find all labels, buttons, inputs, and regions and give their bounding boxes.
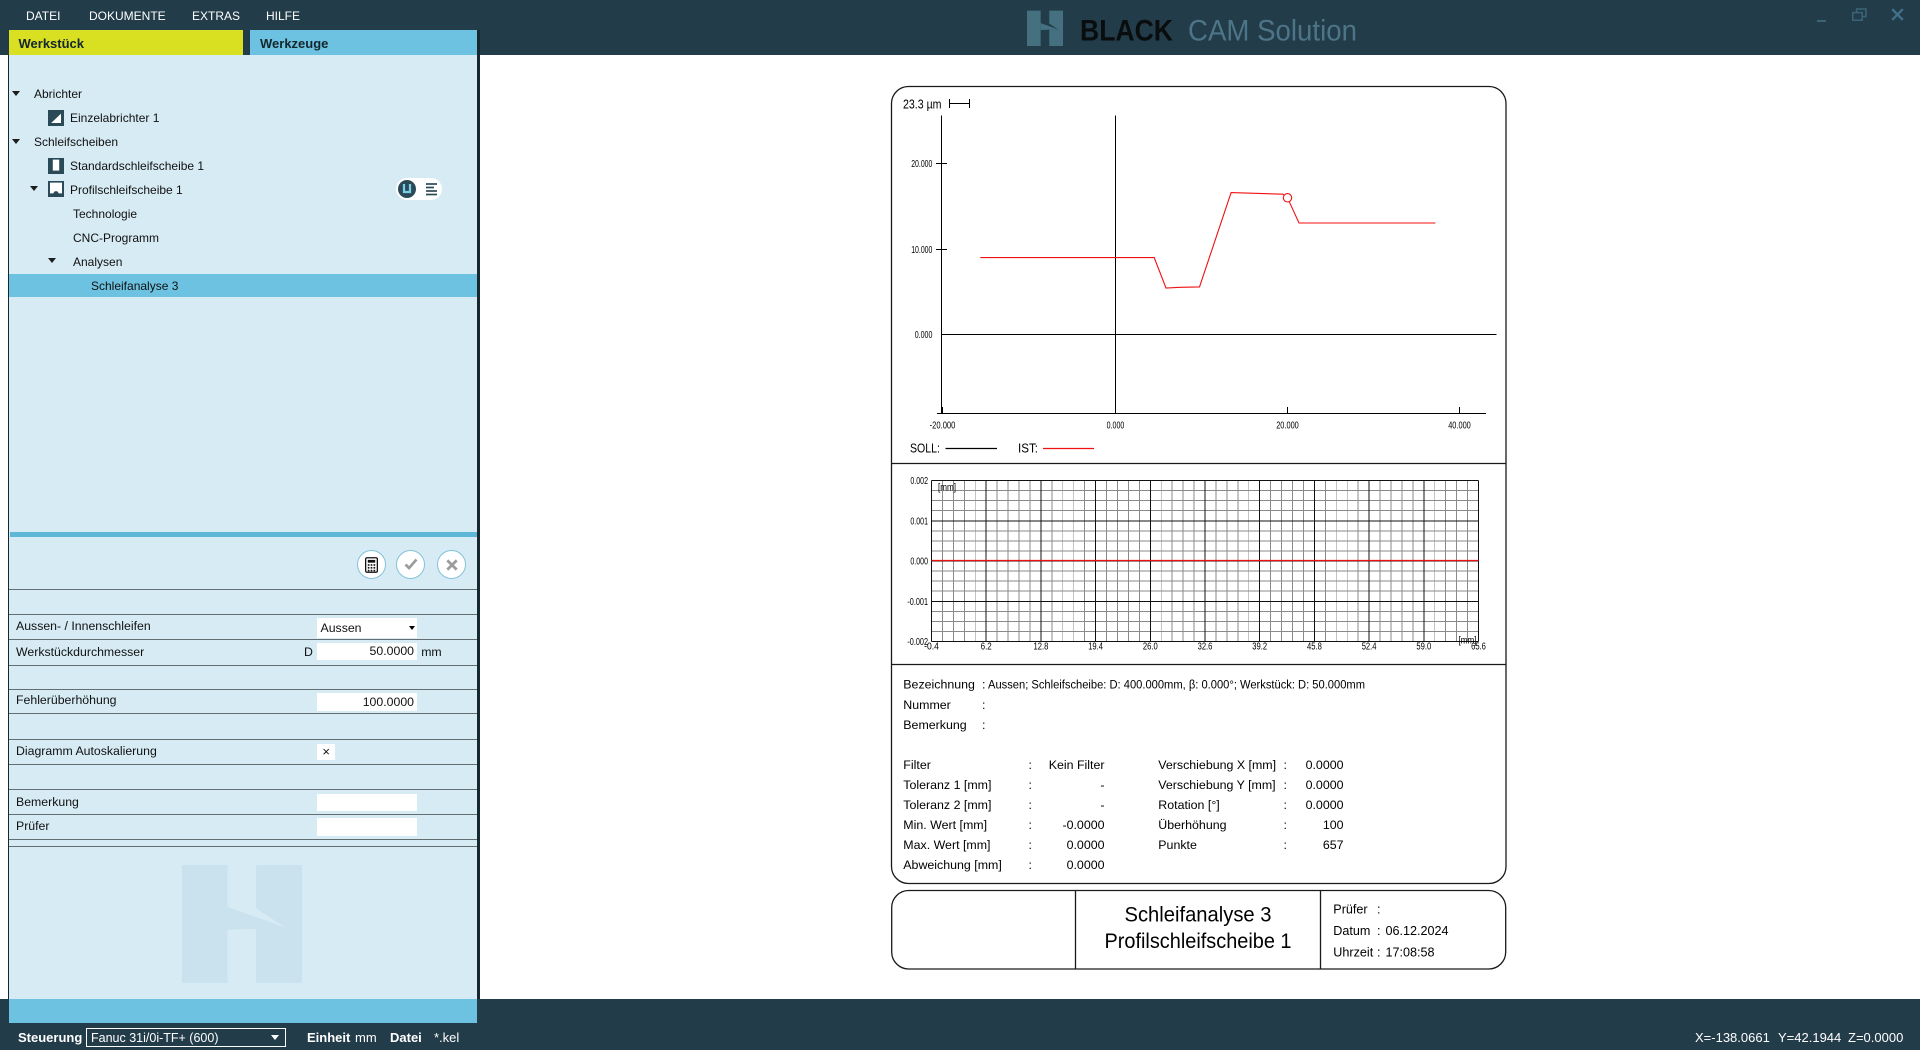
svg-text:-0.4: -0.4 [924,642,939,653]
svg-text:23.3 µm: 23.3 µm [903,98,942,112]
svg-text:Abweichung [mm]: Abweichung [mm] [903,858,1001,872]
svg-text:Uhrzeit: Uhrzeit [1333,946,1373,960]
svg-text:-0.0000: -0.0000 [1062,818,1104,832]
svg-text::: : [1029,758,1032,772]
svg-text::: : [1377,903,1381,917]
svg-text:[mm]: [mm] [938,483,956,494]
svg-text:0.000: 0.000 [1107,420,1125,432]
svg-text:-: - [1100,798,1104,812]
svg-text::: : [1377,946,1381,960]
svg-text:0.0000: 0.0000 [1306,798,1344,812]
svg-text::: : [1029,778,1032,792]
svg-text:40.000: 40.000 [1448,420,1471,432]
svg-text:0.000: 0.000 [910,557,928,568]
svg-text:0.002: 0.002 [910,476,928,487]
svg-text:Verschiebung Y [mm]: Verschiebung Y [mm] [1158,778,1275,792]
svg-text:BLACK: BLACK [1080,15,1173,48]
svg-text:SOLL:: SOLL: [910,442,940,456]
svg-text:-20.000: -20.000 [930,420,956,432]
svg-text:0.0000: 0.0000 [1306,758,1344,772]
svg-text:Bemerkung: Bemerkung [903,718,966,732]
svg-text:26.0: 26.0 [1143,642,1158,653]
svg-text:20.000: 20.000 [1276,420,1299,432]
svg-text:19.4: 19.4 [1088,642,1103,653]
svg-text:Verschiebung X [mm]: Verschiebung X [mm] [1158,758,1276,772]
svg-text:17:08:58: 17:08:58 [1386,946,1435,960]
svg-text:52.4: 52.4 [1362,642,1377,653]
svg-text:10.000: 10.000 [911,244,932,256]
svg-text:Prüfer: Prüfer [1333,903,1367,917]
svg-text:0.0000: 0.0000 [1067,858,1105,872]
svg-text:Toleranz 1 [mm]: Toleranz 1 [mm] [903,778,991,792]
svg-text:0.0000: 0.0000 [1067,838,1105,852]
svg-text:Toleranz 2 [mm]: Toleranz 2 [mm] [903,798,991,812]
svg-text:Aussen; Schleifscheibe: D: 400: Aussen; Schleifscheibe: D: 400.000mm, β:… [988,678,1365,692]
svg-text:32.6: 32.6 [1198,642,1213,653]
svg-text::: : [982,718,985,732]
svg-text:Max. Wert [mm]: Max. Wert [mm] [903,838,990,852]
svg-text:Überhöhung: Überhöhung [1158,818,1226,832]
svg-text:-: - [1100,778,1104,792]
svg-text:6.2: 6.2 [981,642,992,653]
svg-text:45.8: 45.8 [1307,642,1322,653]
svg-text::: : [1029,798,1032,812]
svg-text::: : [1029,818,1032,832]
svg-text::: : [1284,758,1287,772]
svg-text:Profilschleifscheibe 1: Profilschleifscheibe 1 [1105,930,1292,953]
svg-text:Nummer: Nummer [903,698,951,712]
svg-text::: : [1284,778,1287,792]
svg-text:IST:: IST: [1018,442,1038,456]
svg-text:CAM Solution: CAM Solution [1188,15,1357,48]
svg-text:Punkte: Punkte [1158,838,1197,852]
svg-text:657: 657 [1323,838,1344,852]
svg-text:12.8: 12.8 [1034,642,1049,653]
svg-text:0.001: 0.001 [910,516,928,527]
svg-text:Datum: Datum [1333,924,1370,938]
svg-text::: : [1284,798,1287,812]
svg-text:-0.001: -0.001 [907,597,928,608]
svg-text::: : [1284,838,1287,852]
svg-text:0.0000: 0.0000 [1306,778,1344,792]
svg-text:100: 100 [1323,818,1344,832]
svg-text:Min. Wert [mm]: Min. Wert [mm] [903,818,987,832]
svg-text:Bezeichnung: Bezeichnung [903,678,975,692]
svg-text:Filter: Filter [903,758,931,772]
svg-text::: : [1284,818,1287,832]
svg-text::: : [1029,858,1032,872]
svg-text:06.12.2024: 06.12.2024 [1386,924,1449,938]
svg-text:59.0: 59.0 [1416,642,1431,653]
svg-text:0.000: 0.000 [915,329,933,341]
svg-text::: : [982,678,985,692]
svg-text:[mm]: [mm] [1459,636,1477,647]
svg-text:Kein Filter: Kein Filter [1049,758,1105,772]
svg-text::: : [1029,838,1032,852]
svg-text::: : [1377,924,1381,938]
svg-text:39.2: 39.2 [1252,642,1267,653]
svg-text:20.000: 20.000 [911,158,932,170]
svg-text::: : [982,698,985,712]
svg-text:Rotation [°]: Rotation [°] [1158,798,1219,812]
svg-text:Schleifanalyse 3: Schleifanalyse 3 [1125,904,1272,927]
